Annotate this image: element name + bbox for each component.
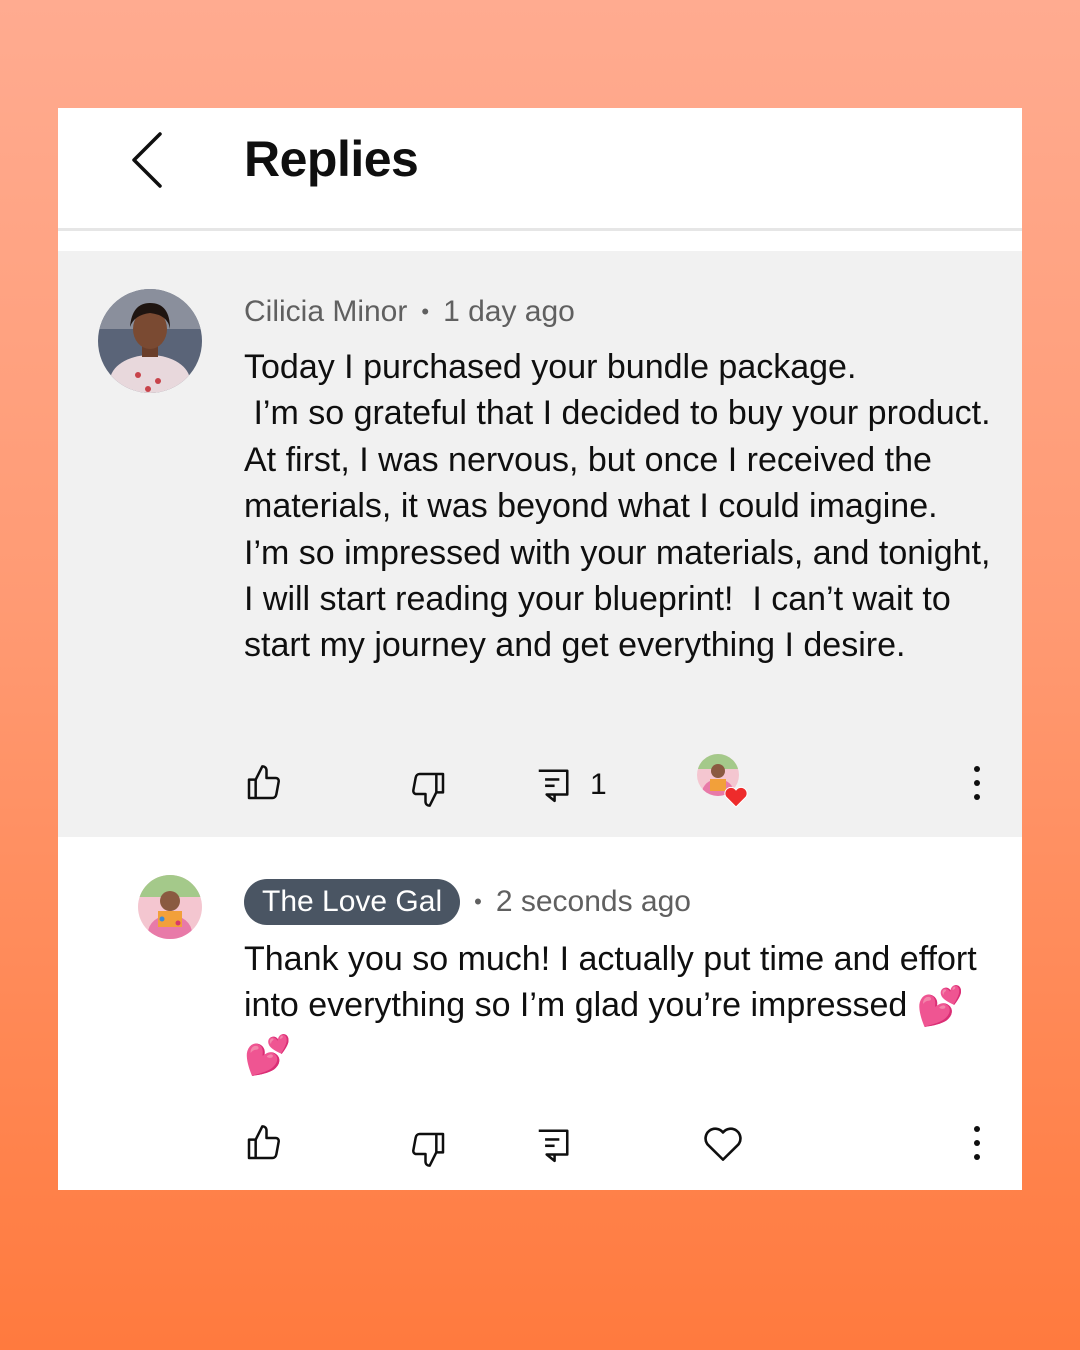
more-vert-icon [974, 766, 980, 800]
creator-avatar-heart [697, 754, 748, 808]
comment-meta: The Love Gal • 2 seconds ago [244, 879, 691, 925]
heart-outline-icon [704, 1127, 742, 1161]
thumbs-down-icon [412, 772, 445, 807]
heart-button[interactable] [702, 1113, 744, 1173]
separator-dot: • [474, 889, 482, 914]
avatar-photo [98, 289, 202, 393]
like-button[interactable] [244, 753, 284, 813]
comment-actions [58, 1113, 1022, 1173]
avatar[interactable] [138, 875, 202, 939]
creator-author-badge[interactable]: The Love Gal [244, 879, 461, 925]
thumbs-down-icon [412, 1132, 445, 1167]
reply-text: Thank you so much! I actually put time a… [244, 940, 987, 1025]
separator-dot: • [421, 299, 430, 324]
like-button[interactable] [244, 1113, 284, 1173]
more-options-button[interactable] [962, 753, 992, 813]
dislike-button[interactable] [408, 1119, 448, 1179]
comment-timestamp: 2 seconds ago [495, 885, 691, 918]
dislike-button[interactable] [408, 759, 448, 819]
avatar-photo [138, 875, 202, 939]
creator-heart-badge [696, 753, 752, 809]
comment-actions: 1 [58, 753, 1022, 813]
comment-text: Today I purchased your bundle package. I… [244, 348, 991, 665]
header: Replies [58, 108, 1022, 231]
thumbs-up-icon [247, 1125, 280, 1160]
comment-text: Thank you so much! I actually put time a… [244, 936, 994, 1079]
highlighted-comment: Cilicia Minor • 1 day ago Today I purcha… [58, 251, 1022, 837]
page-title: Replies [244, 131, 419, 187]
reply-comment: The Love Gal • 2 seconds ago Thank you s… [58, 837, 1022, 1190]
comment-meta: Cilicia Minor • 1 day ago [244, 295, 575, 329]
avatar[interactable] [98, 289, 202, 393]
comment-timestamp: 1 day ago [443, 295, 575, 328]
more-options-button[interactable] [962, 1113, 992, 1173]
comment-icon [538, 769, 569, 803]
replies-panel: Replies Cilicia Minor • 1 day ago Today … [58, 108, 1022, 1190]
thumbs-up-icon [247, 765, 280, 800]
comment-author[interactable]: Cilicia Minor [244, 295, 407, 329]
comment-icon [538, 1129, 569, 1163]
chevron-left-icon [132, 132, 162, 188]
reply-button[interactable]: 1 [534, 755, 607, 815]
back-button[interactable] [128, 130, 172, 190]
more-vert-icon [974, 1126, 980, 1160]
reply-count: 1 [590, 768, 607, 801]
reply-button[interactable] [534, 1115, 572, 1175]
